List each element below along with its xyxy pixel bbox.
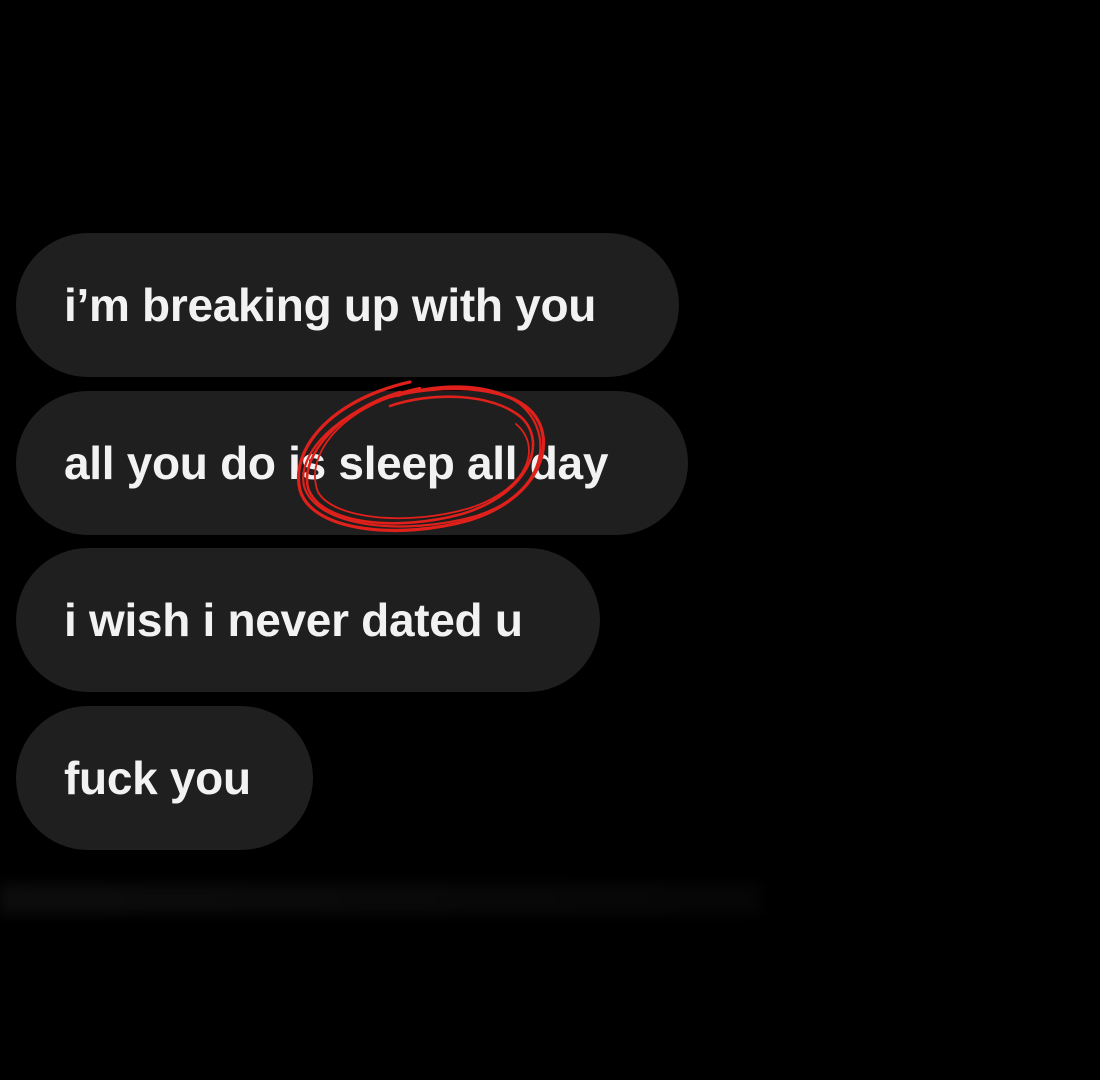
message-thread: i’m breaking up with you all you do is s… bbox=[0, 0, 1100, 1080]
message-bubble[interactable]: i wish i never dated u bbox=[16, 548, 600, 692]
divider-shadow bbox=[0, 884, 760, 914]
message-text: fuck you bbox=[64, 752, 251, 804]
message-bubble[interactable]: all you do is sleep all day bbox=[16, 391, 688, 535]
message-text: all you do is sleep all day bbox=[64, 437, 609, 489]
message-bubble[interactable]: i’m breaking up with you bbox=[16, 233, 679, 377]
message-bubble[interactable]: fuck you bbox=[16, 706, 313, 850]
message-text: i’m breaking up with you bbox=[64, 279, 597, 331]
message-text: i wish i never dated u bbox=[64, 594, 523, 646]
red-circle-annotation bbox=[297, 380, 546, 533]
